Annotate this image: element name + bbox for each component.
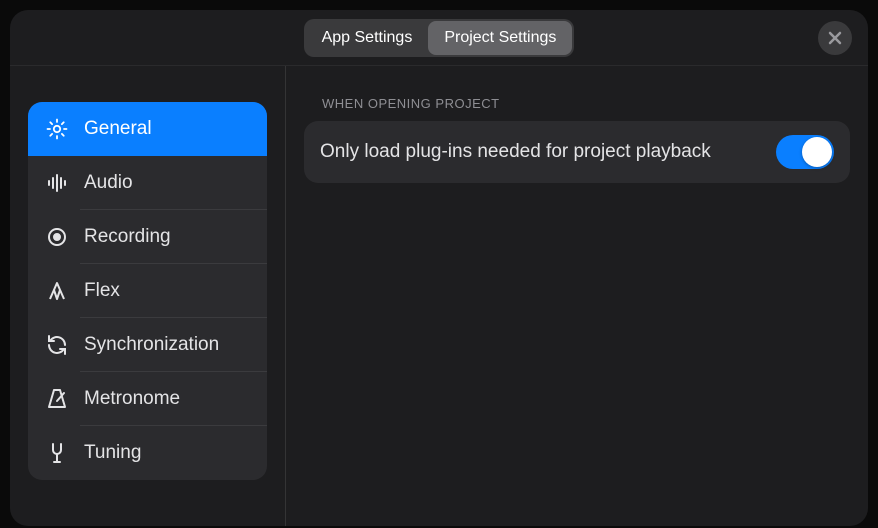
metronome-icon [44, 386, 70, 412]
sidebar-item-recording[interactable]: Recording [28, 210, 267, 264]
settings-tab-switcher: App Settings Project Settings [304, 19, 575, 57]
sidebar-item-label: Flex [84, 280, 120, 302]
settings-dialog: App Settings Project Settings [10, 10, 868, 526]
dialog-header: App Settings Project Settings [10, 10, 868, 66]
dialog-body: General Audio [10, 66, 868, 526]
sidebar-item-audio[interactable]: Audio [28, 156, 267, 210]
toggle-load-plugins[interactable] [776, 135, 834, 169]
tuning-fork-icon [44, 440, 70, 466]
gear-icon [44, 116, 70, 142]
sidebar-item-label: Metronome [84, 388, 180, 410]
sidebar-item-label: Audio [84, 172, 133, 194]
sidebar-item-synchronization[interactable]: Synchronization [28, 318, 267, 372]
sidebar-item-label: General [84, 118, 152, 140]
setting-label: Only load plug-ins needed for project pl… [320, 141, 711, 163]
close-button[interactable] [818, 21, 852, 55]
sidebar-item-flex[interactable]: Flex [28, 264, 267, 318]
sidebar-item-label: Recording [84, 226, 171, 248]
sidebar-item-metronome[interactable]: Metronome [28, 372, 267, 426]
settings-sidebar: General Audio [10, 66, 286, 526]
flex-icon [44, 278, 70, 304]
tab-project-settings[interactable]: Project Settings [428, 21, 572, 55]
sidebar-item-label: Tuning [84, 442, 141, 464]
sidebar-list: General Audio [28, 102, 267, 480]
tab-app-settings[interactable]: App Settings [306, 21, 429, 55]
sync-icon [44, 332, 70, 358]
settings-content: WHEN OPENING PROJECT Only load plug-ins … [286, 66, 868, 526]
record-icon [44, 224, 70, 250]
toggle-knob [802, 137, 832, 167]
setting-row-load-plugins: Only load plug-ins needed for project pl… [304, 121, 850, 183]
sidebar-item-label: Synchronization [84, 334, 219, 356]
sidebar-item-general[interactable]: General [28, 102, 267, 156]
sidebar-item-tuning[interactable]: Tuning [28, 426, 267, 480]
waveform-icon [44, 170, 70, 196]
section-header: WHEN OPENING PROJECT [322, 96, 850, 111]
close-icon [827, 30, 843, 46]
